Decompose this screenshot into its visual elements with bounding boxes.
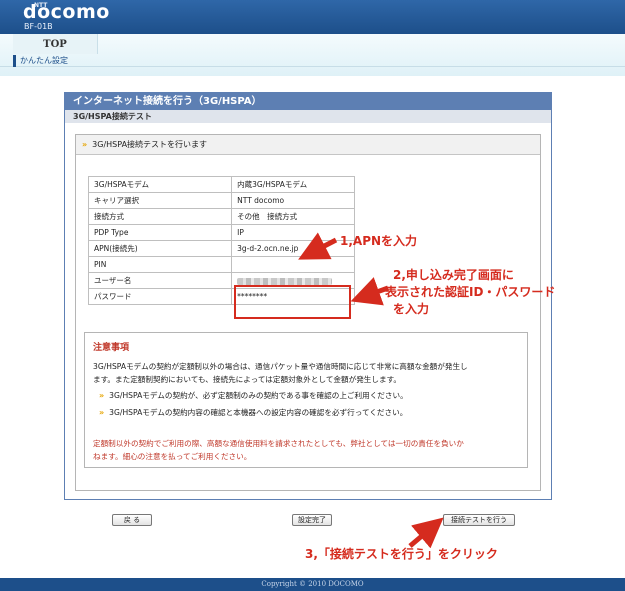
apn-value: 3g-d-2.ocn.ne.jp bbox=[231, 240, 355, 257]
setting-key: キャリア選択 bbox=[87, 192, 233, 209]
setting-key: PIN bbox=[87, 256, 233, 273]
docomo-logo: docomo bbox=[23, 1, 110, 23]
notes-warning: 定額制以外の契約でご利用の際、高額な通信使用料を請求されたとしても、弊社としては… bbox=[93, 437, 521, 463]
double-chevron-icon: » bbox=[82, 140, 88, 149]
setting-key: ユーザー名 bbox=[87, 272, 233, 289]
section-header-label: 3G/HSPA接続テストを行います bbox=[92, 140, 208, 149]
complete-button[interactable]: 設定完了 bbox=[292, 514, 332, 526]
section-header: » 3G/HSPA接続テストを行います bbox=[76, 135, 540, 155]
table-row: 3G/HSPAモデム 内蔵3G/HSPAモデム bbox=[87, 176, 355, 193]
notes-line: 3G/HSPAモデムの契約が定額制以外の場合は、通信パケット量や通信時間に応じて… bbox=[93, 362, 468, 371]
setting-key: PDP Type bbox=[87, 224, 233, 241]
annotation-line: 2,申し込み完了画面に bbox=[393, 268, 514, 282]
panel-subtitle: 3G/HSPA接続テスト bbox=[65, 110, 551, 123]
annotation-credentials: 2,申し込み完了画面に 表示された認証ID・パスワード を入力 bbox=[385, 267, 555, 318]
table-row: PIN bbox=[87, 256, 355, 273]
annotation-line: を入力 bbox=[393, 302, 430, 316]
setting-value: IP bbox=[231, 224, 355, 241]
annotation-apn: 1,APNを入力 bbox=[340, 234, 418, 248]
panel-title: インターネット接続を行う（3G/HSPA） bbox=[65, 93, 551, 110]
table-row: PDP Type IP bbox=[87, 224, 355, 241]
setting-value: NTT docomo bbox=[231, 192, 355, 209]
setting-key: 接続方式 bbox=[87, 208, 233, 225]
connection-test-button[interactable]: 接続テストを行う bbox=[443, 514, 515, 526]
notes-paragraph: 3G/HSPAモデムの契約が定額制以外の場合は、通信パケット量や通信時間に応じて… bbox=[93, 360, 521, 386]
credentials-highlight bbox=[234, 285, 351, 319]
blurred-username bbox=[237, 277, 333, 285]
setting-value: 内蔵3G/HSPAモデム bbox=[231, 176, 355, 193]
setting-value: その他 接続方式 bbox=[231, 208, 355, 225]
table-row: APN(接続先) 3g-d-2.ocn.ne.jp bbox=[87, 240, 355, 257]
tab-top[interactable]: TOP bbox=[13, 34, 98, 54]
back-button[interactable]: 戻 る bbox=[112, 514, 152, 526]
header-bar: NTT docomo BF-01B bbox=[0, 0, 625, 34]
bullet-text: 3G/HSPAモデムの契約内容の確認と本機器への設定内容の確認を必ず行ってくださ… bbox=[109, 408, 408, 417]
notes-bullet: » 3G/HSPAモデムの契約内容の確認と本機器への設定内容の確認を必ず行ってくだ… bbox=[99, 407, 407, 418]
notes-box: 注意事項 3G/HSPAモデムの契約が定額制以外の場合は、通信パケット量や通信時… bbox=[84, 332, 528, 468]
notes-line: ます。また定額制契約においても、接続先によっては定額対象外として金額が発生します… bbox=[93, 375, 401, 384]
table-row: キャリア選択 NTT docomo bbox=[87, 192, 355, 209]
table-row: 接続方式 その他 接続方式 bbox=[87, 208, 355, 225]
setting-key: パスワード bbox=[87, 288, 233, 305]
notes-bullet: » 3G/HSPAモデムの契約が、必ず定額制のみの契約である事を確認の上ご利用くだ… bbox=[99, 390, 408, 401]
footer: Copyright © 2010 DOCOMO bbox=[0, 578, 625, 591]
setting-key: APN(接続先) bbox=[87, 240, 233, 257]
arrow-test-button bbox=[408, 517, 444, 549]
pin-value bbox=[231, 256, 355, 273]
double-chevron-icon: » bbox=[99, 408, 105, 417]
nav-easy-setup[interactable]: かんたん設定 bbox=[13, 55, 97, 67]
double-chevron-icon: » bbox=[99, 391, 105, 400]
setting-key: 3G/HSPAモデム bbox=[87, 176, 233, 193]
warning-line: 定額制以外の契約でご利用の際、高額な通信使用料を請求されたとしても、弊社としては… bbox=[93, 439, 464, 448]
annotation-test: 3,「接続テストを行う」をクリック bbox=[305, 547, 498, 561]
notes-title: 注意事項 bbox=[93, 343, 130, 353]
bullet-text: 3G/HSPAモデムの契約が、必ず定額制のみの契約である事を確認の上ご利用くださ… bbox=[109, 391, 408, 400]
annotation-line: 表示された認証ID・パスワード bbox=[385, 285, 556, 299]
model-name: BF-01B bbox=[24, 22, 53, 31]
warning-line: ねます。細心の注意を払ってご利用ください。 bbox=[93, 452, 252, 461]
